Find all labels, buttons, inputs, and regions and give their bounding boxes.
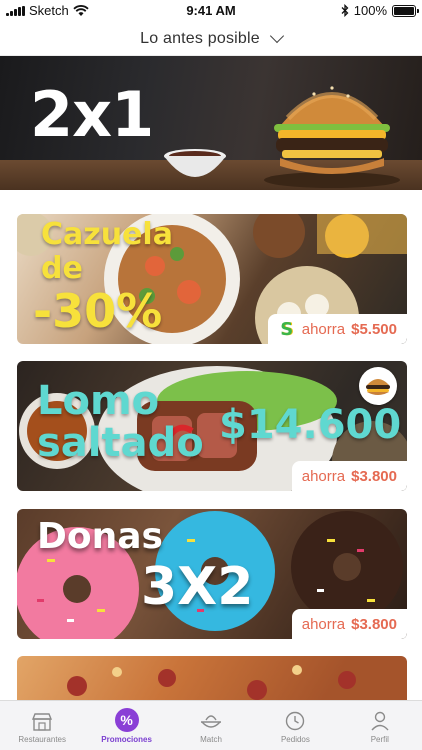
- savings-amount: $3.800: [351, 615, 397, 633]
- promo-card-pizza[interactable]: [17, 656, 407, 700]
- chevron-down-icon: [269, 28, 284, 43]
- promo-title-line: saltado: [37, 420, 204, 466]
- promo-card-cazuela[interactable]: Cazuela de -30% S ahorra $5.500: [17, 214, 407, 344]
- battery-icon: [392, 4, 419, 17]
- tab-label: Match: [200, 735, 222, 744]
- tab-pedidos[interactable]: Pedidos: [253, 701, 337, 750]
- pizza-image: [67, 665, 356, 700]
- promo-price: $14.600: [219, 402, 402, 448]
- tab-label: Promociones: [101, 735, 152, 744]
- promo-title-line: Lomo: [37, 378, 160, 424]
- bluetooth-icon: [341, 4, 349, 17]
- burger-brand-icon: [359, 367, 397, 405]
- match-icon: [201, 715, 222, 728]
- battery-percent: 100%: [353, 3, 387, 18]
- burger-image: [264, 86, 400, 188]
- promo-discount: -30%: [33, 284, 163, 338]
- savings-tag: ahorra $3.800: [291, 461, 407, 491]
- tab-label: Pedidos: [280, 735, 310, 744]
- savings-tag: ahorra $3.800: [291, 609, 407, 639]
- tab-perfil[interactable]: Perfil: [338, 701, 422, 750]
- promo-card-lomo-saltado[interactable]: Lomo saltado $14.600 ahorra $3.800: [17, 361, 407, 491]
- promo-title-line: Donas: [37, 516, 163, 557]
- sauce-bowl-image: [164, 149, 226, 177]
- tab-label: Restaurantes: [18, 735, 66, 744]
- status-bar: Sketch 9:41 AM 100%: [0, 0, 422, 22]
- promo-title-line: de: [41, 251, 83, 286]
- hero-title: 2x1: [30, 78, 154, 151]
- s-brand-icon: S: [277, 319, 296, 340]
- tab-promociones[interactable]: % Promociones: [84, 701, 168, 750]
- tab-bar: Restaurantes % Promociones Match Pedidos…: [0, 700, 422, 750]
- promo-card-donas[interactable]: Donas 3X2 ahorra $3.800: [17, 509, 407, 639]
- tab-restaurantes[interactable]: Restaurantes: [0, 701, 84, 750]
- savings-tag: S ahorra $5.500: [267, 314, 407, 344]
- savings-label: ahorra: [301, 467, 346, 485]
- percent-icon: %: [114, 708, 139, 732]
- promo-title-line: Cazuela: [41, 217, 173, 252]
- delivery-time-selector[interactable]: Lo antes posible: [0, 22, 422, 56]
- hero-banner[interactable]: 2x1: [0, 56, 422, 190]
- delivery-time-label: Lo antes posible: [140, 29, 260, 47]
- store-icon: [32, 713, 53, 731]
- promo-deal: 3X2: [141, 557, 254, 617]
- user-icon: [371, 711, 389, 731]
- clock-icon: [286, 711, 305, 731]
- savings-label: ahorra: [301, 615, 346, 633]
- tab-match[interactable]: Match: [169, 701, 253, 750]
- savings-amount: $5.500: [351, 320, 397, 338]
- savings-amount: $3.800: [351, 467, 397, 485]
- savings-label: ahorra: [301, 320, 346, 338]
- tab-label: Perfil: [370, 735, 389, 744]
